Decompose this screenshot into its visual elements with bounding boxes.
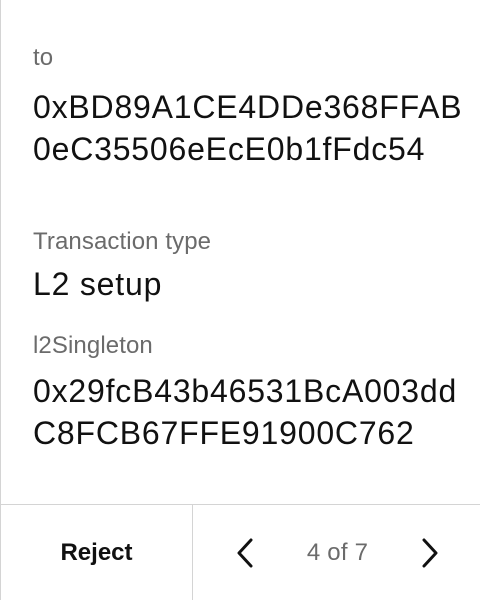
field-to-value: 0xBD89A1CE4DDe368FFAB0eC35506eEcE0b1fFdc… — [33, 89, 463, 167]
field-transaction-type: Transaction type L2 setup — [33, 228, 463, 305]
page-indicator: 4 of 7 — [306, 539, 369, 566]
field-to: to 0xBD89A1CE4DDe368FFAB0eC35506eEcE0b1f… — [33, 44, 463, 170]
field-l2-singleton-value: 0x29fcB43b46531BcA003ddC8FCB67FFE91900C7… — [33, 373, 458, 451]
chevron-left-icon — [237, 538, 253, 568]
previous-page-button[interactable] — [233, 533, 257, 573]
transaction-review-screen: to 0xBD89A1CE4DDe368FFAB0eC35506eEcE0b1f… — [0, 0, 480, 600]
reject-button[interactable]: Reject — [1, 505, 193, 600]
field-l2-singleton: l2Singleton 0x29fcB43b46531BcA003ddC8FCB… — [33, 332, 463, 454]
field-to-label: to — [33, 44, 54, 71]
field-l2-singleton-label: l2Singleton — [33, 332, 153, 359]
pagination: 4 of 7 — [193, 505, 480, 600]
next-page-button[interactable] — [418, 533, 442, 573]
field-transaction-type-label: Transaction type — [33, 228, 212, 255]
chevron-right-icon — [422, 538, 438, 568]
action-footer: Reject 4 of 7 — [1, 504, 480, 600]
field-transaction-type-value: L2 setup — [33, 266, 163, 302]
transaction-details: to 0xBD89A1CE4DDe368FFAB0eC35506eEcE0b1f… — [1, 0, 480, 504]
